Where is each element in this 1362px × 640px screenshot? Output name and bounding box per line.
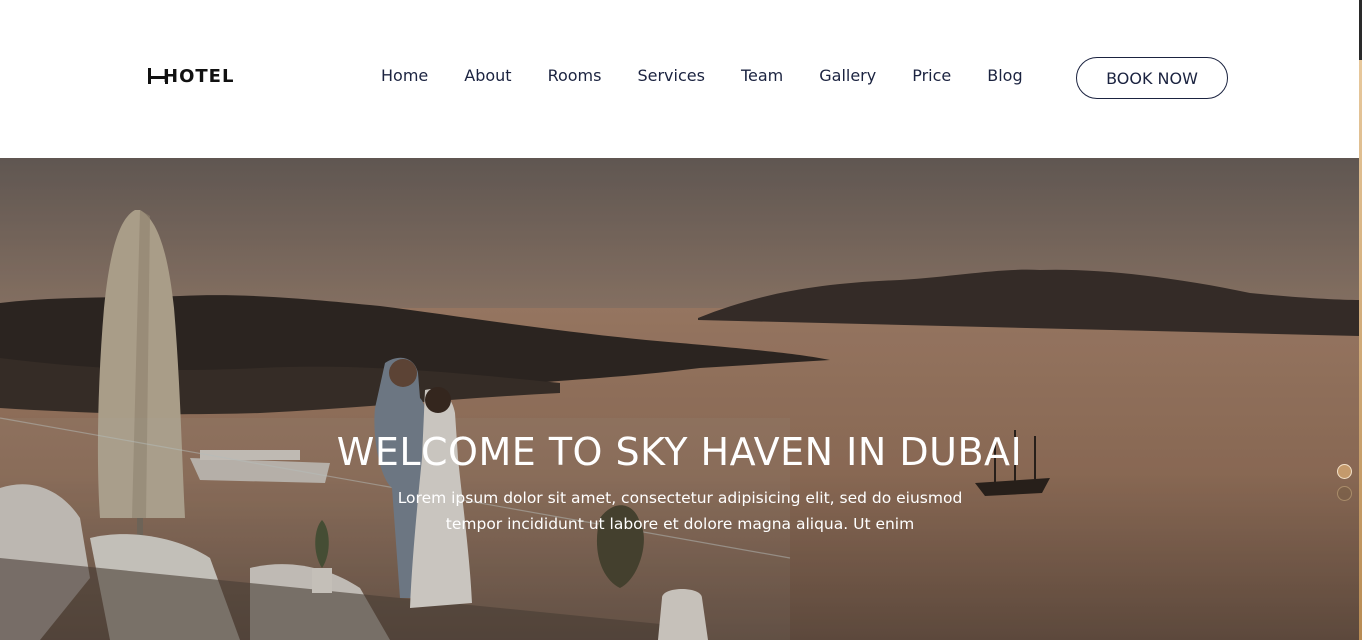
site-header: HOTEL Home About Rooms Services Team Gal… [0,0,1362,158]
nav-item-about[interactable]: About [464,66,511,85]
book-now-button[interactable]: BOOK NOW [1076,57,1228,99]
nav-item-gallery[interactable]: Gallery [819,66,876,85]
nav-item-rooms[interactable]: Rooms [548,66,602,85]
nav-item-services[interactable]: Services [637,66,704,85]
nav-item-home[interactable]: Home [381,66,428,85]
nav-item-blog[interactable]: Blog [987,66,1022,85]
hero-banner: WELCOME TO SKY HAVEN IN DUBAI Lorem ipsu… [0,158,1359,640]
slider-dot[interactable] [1337,486,1352,501]
brand-logo[interactable]: HOTEL [147,64,234,88]
hero-subtitle-line1: Lorem ipsum dolor sit amet, consectetur … [397,489,963,507]
nav-item-price[interactable]: Price [912,66,951,85]
nav-item-team[interactable]: Team [741,66,783,85]
hero-subtitle-line2: tempor incididunt ut labore et dolore ma… [445,515,915,533]
hero-overlay [0,158,1359,640]
logo-text: HOTEL [163,65,235,87]
main-nav: Home About Rooms Services Team Gallery P… [381,66,1023,85]
slider-dot-active[interactable] [1337,464,1352,479]
hero-subtitle: Lorem ipsum dolor sit amet, consectetur … [380,485,980,537]
hero-title: WELCOME TO SKY HAVEN IN DUBAI [336,430,1023,474]
